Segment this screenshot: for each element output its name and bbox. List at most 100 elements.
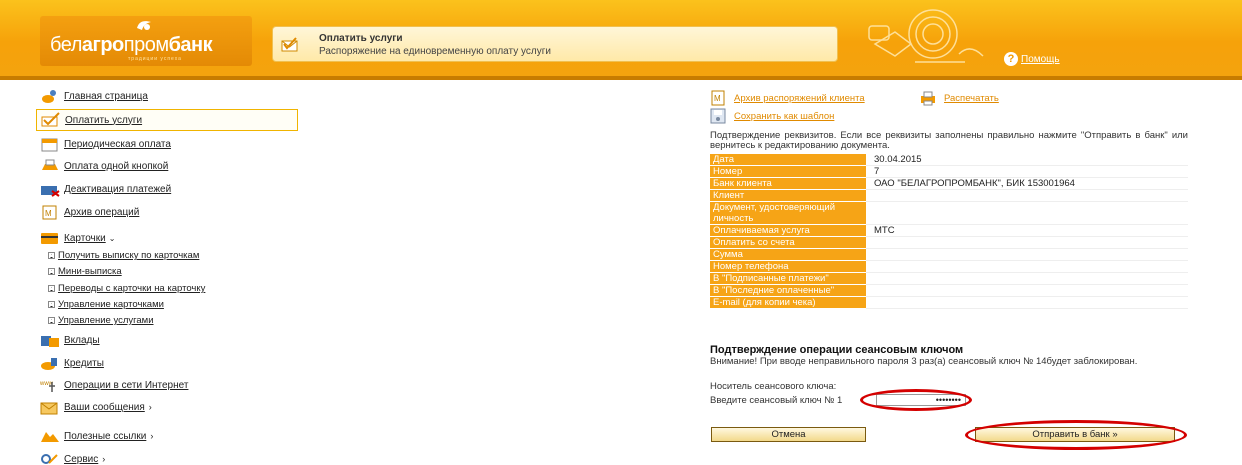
help-link[interactable]: ? Помощь: [1004, 52, 1060, 66]
table-row: Документ, удостоверяющий личность: [710, 201, 1188, 225]
confirm-instructions: Подтверждение реквизитов. Если все рекви…: [710, 130, 1188, 151]
sidebar-subitem-mini-statement[interactable]: · Мини-выписка: [48, 266, 122, 277]
sidebar-item-messages[interactable]: Ваши сообщения ›: [40, 397, 152, 417]
table-row: Клиент: [710, 189, 1188, 202]
row-value: 7: [866, 165, 1188, 178]
sidebar-subitem-card-management[interactable]: · Управление карточками: [48, 299, 164, 310]
page-title: Оплатить услуги: [319, 33, 403, 44]
session-key-warning: Внимание! При вводе неправильного пароля…: [710, 356, 1138, 367]
highlight-oval-input: [860, 389, 972, 411]
session-key-carrier-label: Носитель сеансового ключа:: [710, 381, 837, 392]
sidebar-item-home[interactable]: Главная страница: [40, 86, 148, 106]
pay-icon: [41, 112, 60, 127]
sidebar-item-deposits[interactable]: Вклады: [40, 330, 100, 350]
row-key: Банк клиента: [710, 177, 866, 190]
sidebar-item-pay-services[interactable]: Оплатить услуги: [36, 109, 298, 131]
logo-mark-icon: [137, 21, 151, 30]
bullet-box-icon: ·: [48, 252, 55, 259]
row-key: Оплатить со счета: [710, 236, 866, 249]
svg-text:M: M: [45, 209, 52, 218]
sidebar-subitem-service-management[interactable]: · Управление услугами: [48, 315, 154, 326]
header-decoration-icon: [868, 9, 984, 63]
sidebar-subitem-statement[interactable]: · Получить выписку по карточкам: [48, 250, 199, 261]
sidebar-item-archive[interactable]: M Архив операций: [40, 202, 139, 222]
archive-orders-link[interactable]: M Архив распоряжений клиента: [710, 90, 865, 106]
credit-icon: [41, 358, 57, 370]
chevron-right-icon: ›: [150, 431, 154, 441]
session-key-input-label: Введите сеансовый ключ № 1: [710, 395, 843, 406]
table-row: Оплатить со счета: [710, 236, 1188, 249]
table-row: Банк клиента ОАО "БЕЛАГРОПРОМБАНК", БИК 1…: [710, 177, 1188, 190]
chevron-right-icon: ›: [102, 454, 106, 464]
chevron-right-icon: ›: [148, 402, 152, 412]
bullet-box-icon: ·: [48, 285, 55, 292]
row-value: [866, 296, 1188, 309]
highlight-oval-send: [965, 420, 1187, 450]
row-value: 30.04.2015: [866, 154, 1188, 166]
table-row: E-mail (для копии чека): [710, 296, 1188, 309]
table-row: В "Последние оплаченные": [710, 284, 1188, 297]
logo-slogan: традиции успеха: [128, 56, 182, 62]
bullet-box-icon: ·: [48, 301, 55, 308]
table-row: Номер 7: [710, 165, 1188, 178]
save-icon: [710, 108, 726, 124]
sidebar-item-service[interactable]: Сервис ›: [40, 449, 105, 465]
row-value: [866, 236, 1188, 249]
table-row: Сумма: [710, 248, 1188, 261]
requisites-table: Дата 30.04.2015 Номер 7 Банк клиента ОАО "Б…: [710, 154, 1188, 309]
page-title-panel: Оплатить услуги Распоряжение на единовре…: [272, 26, 838, 62]
chevron-down-icon: ⌄: [108, 233, 116, 243]
row-key: Оплачиваемая услуга: [710, 224, 866, 237]
sidebar-item-cards[interactable]: Карточки ⌄: [40, 228, 115, 248]
deactivate-icon: [41, 186, 60, 197]
print-link[interactable]: Распечатать: [920, 90, 999, 106]
row-value: [866, 189, 1188, 202]
sidebar-item-periodic[interactable]: Периодическая оплата: [40, 134, 171, 154]
messages-icon: [40, 402, 58, 415]
row-value: [866, 248, 1188, 261]
row-value: [866, 284, 1188, 297]
table-row: Дата 30.04.2015: [710, 154, 1188, 166]
calendar-icon: [41, 138, 58, 152]
row-key: Номер телефона: [710, 260, 866, 273]
row-key: Документ, удостоверяющий личность: [710, 201, 866, 225]
sidebar-item-deactivate[interactable]: Деактивация платежей: [40, 179, 171, 199]
page-subtitle: Распоряжение на единовременную оплату ус…: [319, 46, 551, 57]
row-key: Сумма: [710, 248, 866, 261]
service-icon: [41, 454, 58, 464]
bullet-box-icon: ·: [48, 268, 55, 275]
sidebar-subitem-card-transfers[interactable]: · Переводы с карточки на карточку: [48, 283, 205, 294]
row-key: Номер: [710, 165, 866, 178]
row-value: МТС: [866, 224, 1188, 237]
sidebar-item-useful-links[interactable]: Полезные ссылки ›: [40, 426, 153, 446]
save-template-link[interactable]: Сохранить как шаблон: [710, 108, 834, 124]
table-row: Оплачиваемая услуга МТС: [710, 224, 1188, 237]
logo-text: белагропромбанк: [50, 34, 213, 56]
one-button-icon: [42, 159, 58, 170]
row-value: [866, 272, 1188, 285]
links-icon: [41, 432, 59, 442]
sidebar-item-one-button[interactable]: Оплата одной кнопкой: [40, 156, 168, 176]
deposit-icon: [41, 336, 59, 347]
table-row: Номер телефона: [710, 260, 1188, 273]
header-divider: [0, 76, 1242, 80]
pay-services-icon: [281, 37, 298, 52]
archive-icon: M: [711, 90, 725, 106]
session-key-title: Подтверждение операции сеансовым ключом: [710, 344, 964, 356]
row-key: В "Последние оплаченные": [710, 284, 866, 297]
row-key: E-mail (для копии чека): [710, 296, 866, 309]
cancel-button[interactable]: Отмена: [711, 427, 866, 442]
printer-icon: [921, 91, 935, 106]
table-row: В "Подписанные платежи": [710, 272, 1188, 285]
home-icon: [42, 90, 56, 103]
help-label: Помощь: [1021, 53, 1060, 65]
sidebar-item-credits[interactable]: Кредиты: [40, 353, 104, 373]
row-key: Клиент: [710, 189, 866, 202]
internet-icon: www: [40, 381, 55, 392]
sidebar-item-internet[interactable]: www Операции в сети Интернет: [40, 375, 188, 395]
help-icon: ?: [1004, 52, 1018, 66]
card-icon: [41, 233, 58, 244]
row-key: В "Подписанные платежи": [710, 272, 866, 285]
row-value: ОАО "БЕЛАГРОПРОМБАНК", БИК 153001964: [866, 177, 1188, 190]
bank-logo[interactable]: белагропромбанк традиции успеха: [40, 16, 252, 66]
